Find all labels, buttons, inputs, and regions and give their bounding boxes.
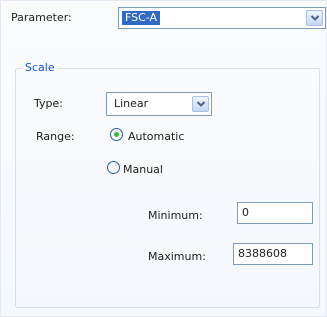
parameter-dropdown-button[interactable] [306, 10, 323, 26]
chevron-down-icon [196, 101, 205, 107]
maximum-input[interactable]: 8388608 [233, 243, 313, 265]
automatic-radio[interactable] [110, 128, 123, 141]
radio-selected-dot [114, 132, 119, 137]
type-dropdown-button[interactable] [192, 96, 209, 112]
automatic-radio-label[interactable]: Automatic [128, 130, 184, 143]
scale-settings-panel: Parameter: FSC-A Scale Type: Linear Rang… [0, 0, 327, 317]
minimum-label: Minimum: [148, 209, 203, 222]
minimum-input[interactable]: 0 [237, 202, 313, 224]
manual-radio[interactable] [107, 161, 120, 174]
parameter-label: Parameter: [11, 11, 72, 24]
chevron-down-icon [310, 15, 319, 21]
scale-group-legend: Scale [22, 61, 58, 74]
range-label: Range: [36, 130, 75, 143]
parameter-select-value: FSC-A [122, 11, 161, 25]
type-select[interactable]: Linear [106, 92, 212, 116]
type-label: Type: [34, 97, 63, 110]
maximum-label: Maximum: [148, 250, 206, 263]
parameter-select[interactable]: FSC-A [118, 7, 326, 29]
manual-radio-label[interactable]: Manual [123, 163, 163, 176]
type-select-value: Linear [114, 97, 149, 110]
